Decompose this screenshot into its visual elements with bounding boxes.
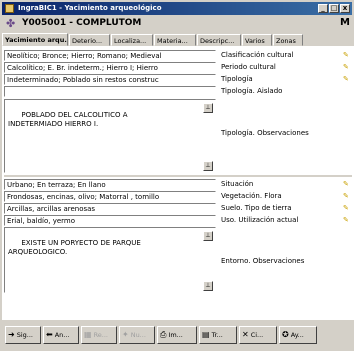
section-divider [4, 175, 352, 177]
periodo-cultural-field[interactable]: Calcolítico; E. Br. indeterm.; Hierro I;… [4, 62, 216, 73]
record-title: Y005001 - COMPLUTOM [22, 18, 142, 28]
close-icon: ✕ [242, 330, 249, 339]
print-icon: ⎙ [160, 330, 167, 339]
record-header: ✤ Y005001 - COMPLUTOM M [2, 16, 352, 31]
situacion-label: Situación [221, 180, 254, 188]
tab-localizacion[interactable]: Localiza... [111, 34, 153, 46]
bottom-toolbar: ➜ Sig... ⬅ An... ▦ Re... ✦ Nu... ⎙ Im... ▤ Tr.… [2, 319, 354, 351]
picker-icon[interactable]: ✎ [343, 74, 349, 84]
picker-icon[interactable]: ✎ [343, 215, 349, 225]
title-bar[interactable]: IngraBIC1 - Yacimiento arqueológico _ □ … [2, 2, 352, 15]
new-icon: ✦ [122, 330, 129, 339]
suelo-tipo-tierra-field[interactable]: Arcillas, arcillas arenosas [4, 203, 216, 214]
picker-icon[interactable]: ✎ [343, 62, 349, 72]
picker-icon[interactable]: ✎ [343, 50, 349, 60]
app-icon [5, 4, 14, 13]
tipologia-aislado-field[interactable] [4, 86, 216, 97]
memo-expand-button[interactable]: ⊥ [203, 161, 213, 171]
tab-content: Neolítico; Bronce; Hierro; Romano; Medie… [2, 46, 354, 319]
entorno-observaciones-text: EXISTE UN PORYECTO DE PARQUE ARQUEOLOGIC… [8, 239, 141, 256]
previous-button[interactable]: ⬅ An... [43, 326, 79, 344]
table-icon: ▤ [202, 330, 210, 339]
print-button[interactable]: ⎙ Im... [157, 326, 197, 344]
refresh-button[interactable]: ▦ Re... [81, 326, 117, 344]
picker-icon[interactable]: ✎ [343, 203, 349, 213]
entorno-observaciones-memo[interactable]: EXISTE UN PORYECTO DE PARQUE ARQUEOLOGIC… [4, 227, 216, 293]
transfer-button[interactable]: ▤ Tr... [199, 326, 237, 344]
tab-descripcion[interactable]: Descripc... [197, 34, 241, 46]
suelo-tipo-tierra-label: Suelo. Tipo de tierra [221, 204, 292, 212]
memo-expand-button[interactable]: ⊥ [203, 231, 213, 241]
tipologia-observaciones-memo[interactable]: POBLADO DEL CALCOLITICO A INDETERMIADO H… [4, 99, 216, 173]
tab-materiales[interactable]: Materia... [154, 34, 196, 46]
close-button[interactable]: ✕ Ci... [239, 326, 277, 344]
tipologia-label: Tipología [221, 75, 253, 83]
memo-expand-button[interactable]: ⊥ [203, 103, 213, 113]
tab-deterioro[interactable]: Deterio... [69, 34, 110, 46]
vegetacion-flora-field[interactable]: Frondosas, encinas, olivo; Matorral , to… [4, 191, 216, 202]
new-button[interactable]: ✦ Nu... [119, 326, 155, 344]
map-icon[interactable]: M [340, 17, 350, 28]
tipologia-aislado-label: Tipología. Aislado [221, 87, 283, 95]
tipologia-observaciones-label: Tipología. Observaciones [221, 129, 309, 137]
record-icon: ▦ [84, 330, 92, 339]
app-window: IngraBIC1 - Yacimiento arqueológico _ □ … [0, 0, 354, 351]
next-button[interactable]: ➜ Sig... [5, 326, 41, 344]
clasificacion-cultural-field[interactable]: Neolítico; Bronce; Hierro; Romano; Medie… [4, 50, 216, 61]
picker-icon[interactable]: ✎ [343, 179, 349, 189]
minimize-button[interactable]: _ [318, 4, 328, 13]
periodo-cultural-label: Periodo cultural [221, 63, 276, 71]
tipologia-observaciones-text: POBLADO DEL CALCOLITICO A INDETERMIADO H… [8, 111, 128, 128]
arrow-right-icon: ➜ [8, 330, 15, 339]
tab-yacimiento[interactable]: Yacimiento arqu... [2, 33, 68, 46]
vegetacion-flora-label: Vegetación. Flora [221, 192, 282, 200]
picker-icon[interactable]: ✎ [343, 191, 349, 201]
close-window-button[interactable]: x [340, 4, 350, 13]
entorno-observaciones-label: Entorno. Observaciones [221, 257, 305, 265]
memo-expand-button[interactable]: ⊥ [203, 281, 213, 291]
situacion-field[interactable]: Urbano; En terraza; En llano [4, 179, 216, 190]
tab-varios[interactable]: Varios [242, 34, 272, 46]
tab-strip: Yacimiento arqu... Deterio... Localiza..… [2, 33, 354, 46]
clasificacion-cultural-label: Clasificación cultural [221, 51, 294, 59]
uso-utilizacion-field[interactable]: Erial, baldío, yermo [4, 215, 216, 226]
tipologia-field[interactable]: Indeterminado; Poblado sin restos constr… [4, 74, 216, 85]
maximize-button[interactable]: □ [329, 4, 339, 13]
help-icon: ✪ [282, 330, 289, 339]
arrow-left-icon: ⬅ [46, 330, 53, 339]
help-button[interactable]: ✪ Ay... [279, 326, 317, 344]
site-icon: ✤ [6, 17, 16, 30]
tab-zonas[interactable]: Zonas [273, 34, 303, 46]
uso-utilizacion-label: Uso. Utilización actual [221, 216, 299, 224]
window-title: IngraBIC1 - Yacimiento arqueológico [18, 4, 162, 12]
